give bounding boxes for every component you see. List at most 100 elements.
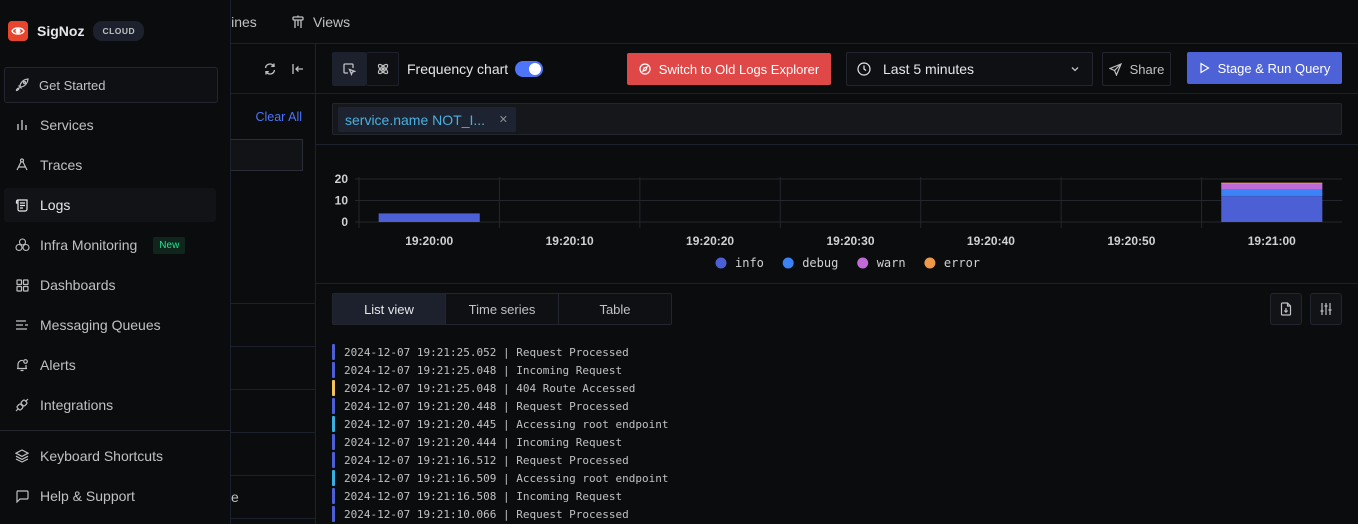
log-row[interactable]: 2024-12-07 19:21:16.509 | Accessing root… bbox=[332, 469, 1352, 487]
log-row[interactable]: 2024-12-07 19:21:20.448 | Request Proces… bbox=[332, 397, 1352, 415]
sidebar-item-label: Infra Monitoring bbox=[40, 237, 138, 253]
sidebar-item-alerts[interactable]: Alerts bbox=[4, 348, 216, 382]
log-severity-indicator bbox=[332, 398, 335, 414]
time-range-value: Last 5 minutes bbox=[883, 61, 975, 77]
plug-icon bbox=[14, 397, 30, 413]
log-severity-indicator bbox=[332, 362, 335, 378]
collapse-panel-icon[interactable] bbox=[291, 62, 305, 76]
log-row[interactable]: 2024-12-07 19:21:25.048 | 404 Route Acce… bbox=[332, 379, 1352, 397]
sidebar-item-integrations[interactable]: Integrations bbox=[4, 388, 216, 422]
filter-section[interactable] bbox=[231, 389, 316, 390]
y-tick-label: 0 bbox=[341, 215, 348, 229]
bar-chart-icon bbox=[14, 117, 30, 133]
sidebar-item-infra-monitoring[interactable]: Infra Monitoring New bbox=[4, 228, 216, 262]
log-row[interactable]: 2024-12-07 19:21:25.048 | Incoming Reque… bbox=[332, 361, 1352, 379]
filter-section[interactable] bbox=[231, 303, 316, 304]
sidebar-item-traces[interactable]: Traces bbox=[4, 148, 216, 182]
legend-label: warn bbox=[877, 256, 906, 270]
format-options-button[interactable] bbox=[1310, 293, 1342, 325]
query-builder-button[interactable] bbox=[332, 52, 366, 86]
log-timestamp: 2024-12-07 19:21:25.048 bbox=[344, 363, 497, 377]
filter-section[interactable] bbox=[231, 346, 316, 347]
logs-list: 2024-12-07 19:21:25.052 | Request Proces… bbox=[332, 343, 1352, 523]
log-message: Incoming Request bbox=[516, 489, 623, 503]
log-row[interactable]: 2024-12-07 19:21:20.445 | Accessing root… bbox=[332, 415, 1352, 433]
x-tick-label: 19:20:10 bbox=[546, 234, 594, 248]
sidebar-item-label: Services bbox=[40, 117, 94, 133]
log-separator: | bbox=[496, 399, 517, 413]
filters-header bbox=[231, 44, 315, 94]
log-timestamp: 2024-12-07 19:21:16.512 bbox=[344, 453, 497, 467]
legend-swatch-info bbox=[715, 257, 727, 269]
log-timestamp: 2024-12-07 19:21:25.052 bbox=[344, 345, 497, 359]
log-message: Request Processed bbox=[516, 345, 629, 359]
clear-all-link[interactable]: Clear All bbox=[255, 110, 302, 124]
x-tick-label: 19:20:00 bbox=[405, 234, 453, 248]
log-message: Request Processed bbox=[516, 453, 629, 467]
filter-section[interactable] bbox=[231, 432, 316, 433]
sidebar-item-messaging-queues[interactable]: Messaging Queues bbox=[4, 308, 216, 342]
tab-views[interactable]: Views bbox=[291, 0, 350, 44]
log-separator: | bbox=[496, 345, 517, 359]
frequency-chart: 20 10 0 19:20:00 19:20:10 19:20:20 19:20:30 19:… bbox=[316, 144, 1358, 284]
download-button[interactable] bbox=[1270, 293, 1302, 325]
query-search-input[interactable]: service.name NOT_I... ✕ bbox=[332, 103, 1342, 135]
x-tick-label: 19:20:40 bbox=[967, 234, 1015, 248]
sidebar-item-label: Alerts bbox=[40, 357, 76, 373]
tab-table[interactable]: Table bbox=[559, 294, 671, 324]
query-filter-chip[interactable]: service.name NOT_I... ✕ bbox=[338, 107, 516, 132]
log-message: Request Processed bbox=[516, 399, 629, 413]
log-timestamp: 2024-12-07 19:21:16.509 bbox=[344, 471, 497, 485]
sidebar-item-help-support[interactable]: Help & Support bbox=[4, 479, 216, 513]
bar-segment-info bbox=[378, 213, 480, 222]
refresh-icon[interactable] bbox=[263, 62, 277, 76]
remove-chip-icon[interactable]: ✕ bbox=[499, 113, 508, 126]
tab-pipelines[interactable]: lines bbox=[228, 0, 257, 44]
log-severity-indicator bbox=[332, 416, 335, 432]
switch-old-explorer-label: Switch to Old Logs Explorer bbox=[658, 61, 820, 77]
sidebar-item-services[interactable]: Services bbox=[4, 108, 216, 142]
list-icon bbox=[14, 317, 30, 333]
sidebar-item-dashboards[interactable]: Dashboards bbox=[4, 268, 216, 302]
share-label: Share bbox=[1129, 61, 1165, 77]
log-message: Accessing root endpoint bbox=[516, 471, 669, 485]
filter-section[interactable]: e bbox=[231, 475, 316, 518]
switch-old-explorer-button[interactable]: Switch to Old Logs Explorer bbox=[627, 53, 831, 85]
filter-section[interactable] bbox=[231, 518, 316, 519]
tab-pipelines-label: lines bbox=[228, 14, 257, 30]
sliders-icon bbox=[1319, 302, 1333, 316]
sidebar-item-logs[interactable]: Logs bbox=[4, 188, 216, 222]
log-row[interactable]: 2024-12-07 19:21:20.444 | Incoming Reque… bbox=[332, 433, 1352, 451]
rocket-icon bbox=[15, 78, 29, 92]
tab-list-view[interactable]: List view bbox=[333, 294, 446, 324]
sidebar-item-label: Integrations bbox=[40, 397, 114, 413]
log-timestamp: 2024-12-07 19:21:20.444 bbox=[344, 435, 497, 449]
clickhouse-query-button[interactable] bbox=[366, 52, 399, 86]
x-tick-label: 19:21:00 bbox=[1248, 234, 1296, 248]
sidebar: SigNoz CLOUD Get Started Services Traces… bbox=[0, 0, 231, 524]
layers-icon bbox=[14, 448, 30, 464]
sidebar-item-keyboard-shortcuts[interactable]: Keyboard Shortcuts bbox=[4, 439, 216, 473]
brand[interactable]: SigNoz CLOUD bbox=[8, 21, 145, 41]
log-row[interactable]: 2024-12-07 19:21:16.508 | Incoming Reque… bbox=[332, 487, 1352, 505]
share-button[interactable]: Share bbox=[1102, 52, 1171, 86]
stage-run-query-label: Stage & Run Query bbox=[1217, 60, 1331, 76]
filter-section-label: e bbox=[231, 489, 239, 505]
get-started-button[interactable]: Get Started bbox=[4, 67, 218, 103]
legend-label: debug bbox=[802, 256, 838, 270]
frequency-chart-toggle[interactable] bbox=[515, 61, 543, 77]
log-row[interactable]: 2024-12-07 19:21:25.052 | Request Proces… bbox=[332, 343, 1352, 361]
time-range-select[interactable]: Last 5 minutes bbox=[846, 52, 1093, 86]
log-row[interactable]: 2024-12-07 19:21:10.066 | Request Proces… bbox=[332, 505, 1352, 523]
log-timestamp: 2024-12-07 19:21:16.508 bbox=[344, 489, 497, 503]
log-row[interactable]: 2024-12-07 19:21:16.512 | Request Proces… bbox=[332, 451, 1352, 469]
scroll-icon bbox=[14, 197, 30, 213]
tab-time-series[interactable]: Time series bbox=[446, 294, 559, 324]
stage-run-query-button[interactable]: Stage & Run Query bbox=[1187, 52, 1342, 84]
log-message: Incoming Request bbox=[516, 435, 623, 449]
log-severity-indicator bbox=[332, 452, 335, 468]
play-icon bbox=[1199, 62, 1210, 74]
log-severity-indicator bbox=[332, 488, 335, 504]
filter-search-input[interactable] bbox=[231, 139, 303, 171]
legend-label: info bbox=[735, 256, 764, 270]
